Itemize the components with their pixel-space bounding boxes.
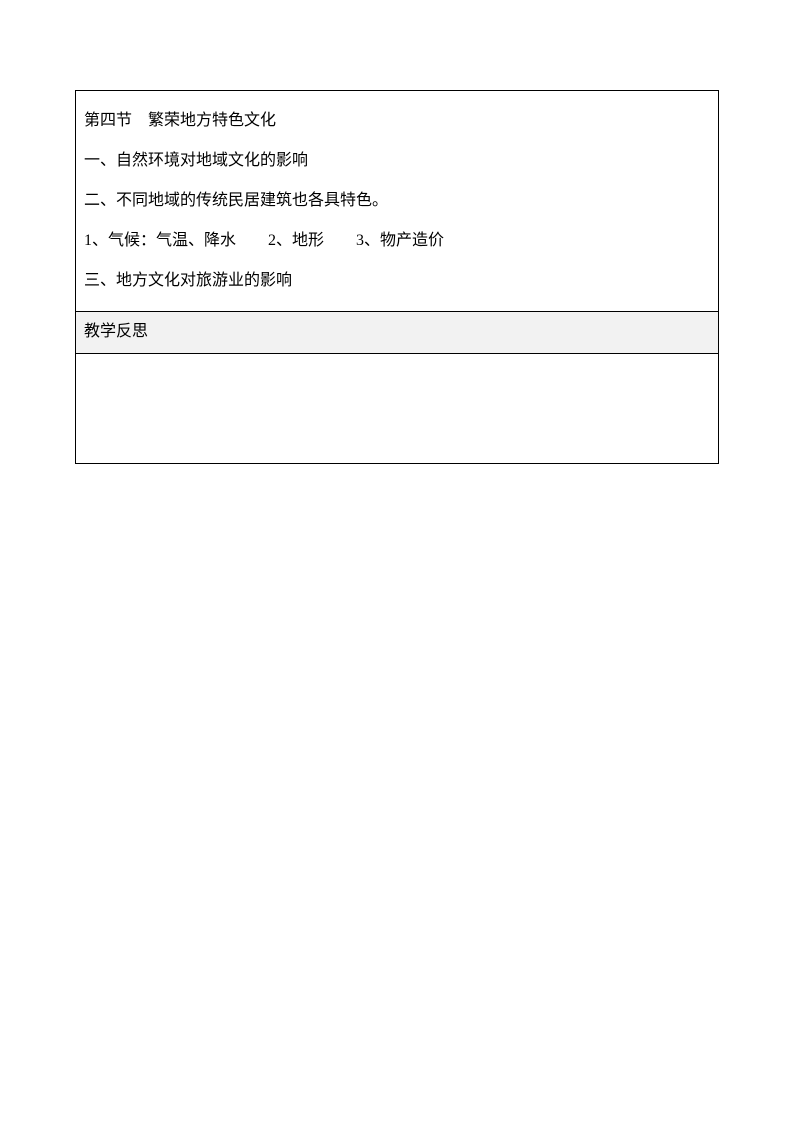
table-row: 教学反思 — [76, 312, 719, 354]
document-table: 第四节 繁荣地方特色文化 一、自然环境对地域文化的影响 二、不同地域的传统民居建… — [75, 90, 719, 464]
heading-one: 一、自然环境对地域文化的影响 — [84, 141, 710, 181]
table-row — [76, 353, 719, 463]
list-items: 1、气候：气温、降水 2、地形 3、物产造价 — [84, 221, 710, 261]
heading-three: 三、地方文化对旅游业的影响 — [84, 261, 710, 301]
heading-two: 二、不同地域的传统民居建筑也各具特色。 — [84, 181, 710, 221]
reflection-header: 教学反思 — [76, 312, 719, 354]
section-title: 第四节 繁荣地方特色文化 — [84, 101, 710, 141]
table-row: 第四节 繁荣地方特色文化 一、自然环境对地域文化的影响 二、不同地域的传统民居建… — [76, 91, 719, 312]
content-cell: 第四节 繁荣地方特色文化 一、自然环境对地域文化的影响 二、不同地域的传统民居建… — [76, 91, 719, 312]
reflection-body — [76, 353, 719, 463]
